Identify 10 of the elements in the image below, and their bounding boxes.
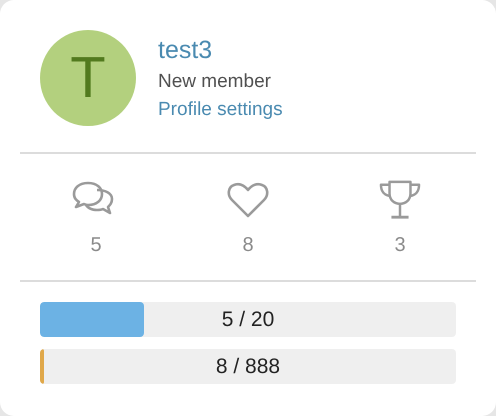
avatar[interactable]: T [40, 30, 136, 126]
progress-label: 5 / 20 [222, 308, 274, 332]
user-title: New member [158, 70, 271, 92]
trophy-icon [377, 180, 423, 220]
stat-count: 5 [90, 234, 102, 256]
stat-count: 8 [242, 234, 254, 256]
progress-label: 8 / 888 [216, 354, 280, 378]
profile-settings-link[interactable]: Profile settings [158, 98, 283, 120]
username-link[interactable]: test3 [158, 36, 212, 64]
stat-count: 3 [394, 234, 406, 256]
